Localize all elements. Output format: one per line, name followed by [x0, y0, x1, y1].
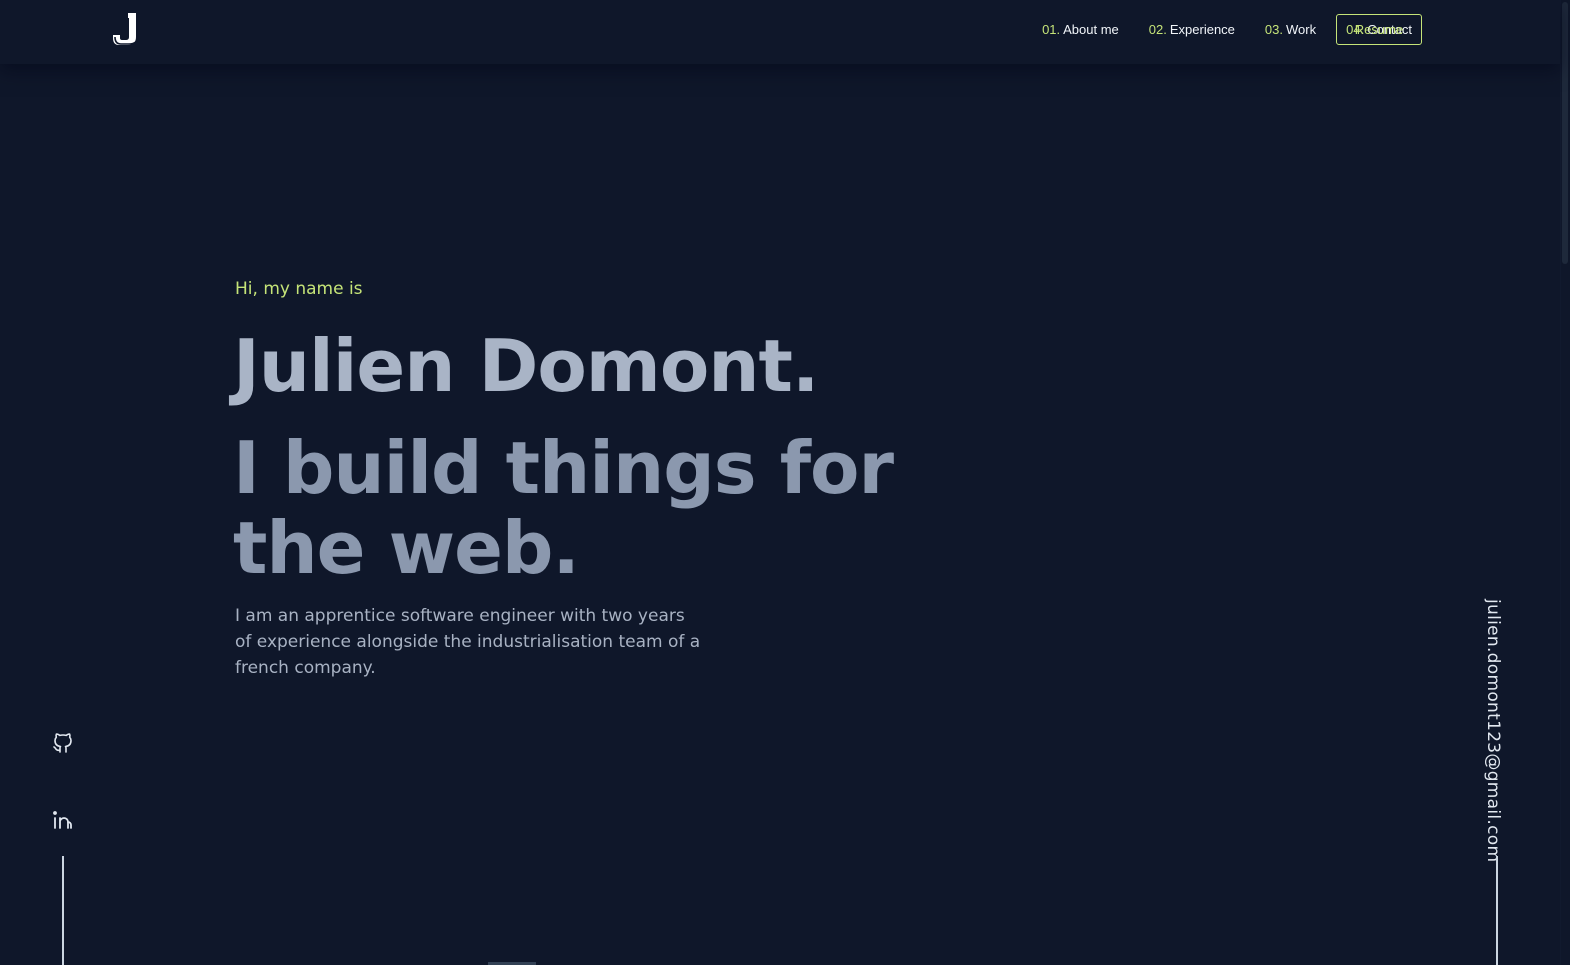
greeting-text: Hi, my name is: [235, 279, 363, 299]
scrollbar-thumb[interactable]: [1562, 2, 1568, 264]
nav-item-about[interactable]: 01. About me: [1042, 22, 1119, 37]
nav-item-work[interactable]: 03. Work: [1265, 22, 1316, 37]
left-rail-line: [62, 856, 64, 965]
page-scrollbar[interactable]: [1560, 0, 1570, 965]
hero-tagline: I build things for the web.: [233, 426, 894, 590]
nav-item-experience[interactable]: 02. Experience: [1149, 22, 1235, 37]
email-link[interactable]: julien.domont123@gmail.com: [1483, 599, 1503, 862]
resume-button[interactable]: Resume: [1336, 14, 1422, 45]
right-rail-line: [1496, 856, 1498, 965]
j-logo-icon[interactable]: [110, 10, 142, 48]
hero-name: Julien Domont.: [233, 324, 819, 408]
linkedin-icon[interactable]: [51, 808, 75, 832]
site-header: 01. About me 02. Experience 03. Work 04. Con…: [0, 0, 1560, 64]
hero-description: I am an apprentice software engineer wit…: [235, 606, 701, 678]
github-icon[interactable]: [51, 731, 75, 755]
